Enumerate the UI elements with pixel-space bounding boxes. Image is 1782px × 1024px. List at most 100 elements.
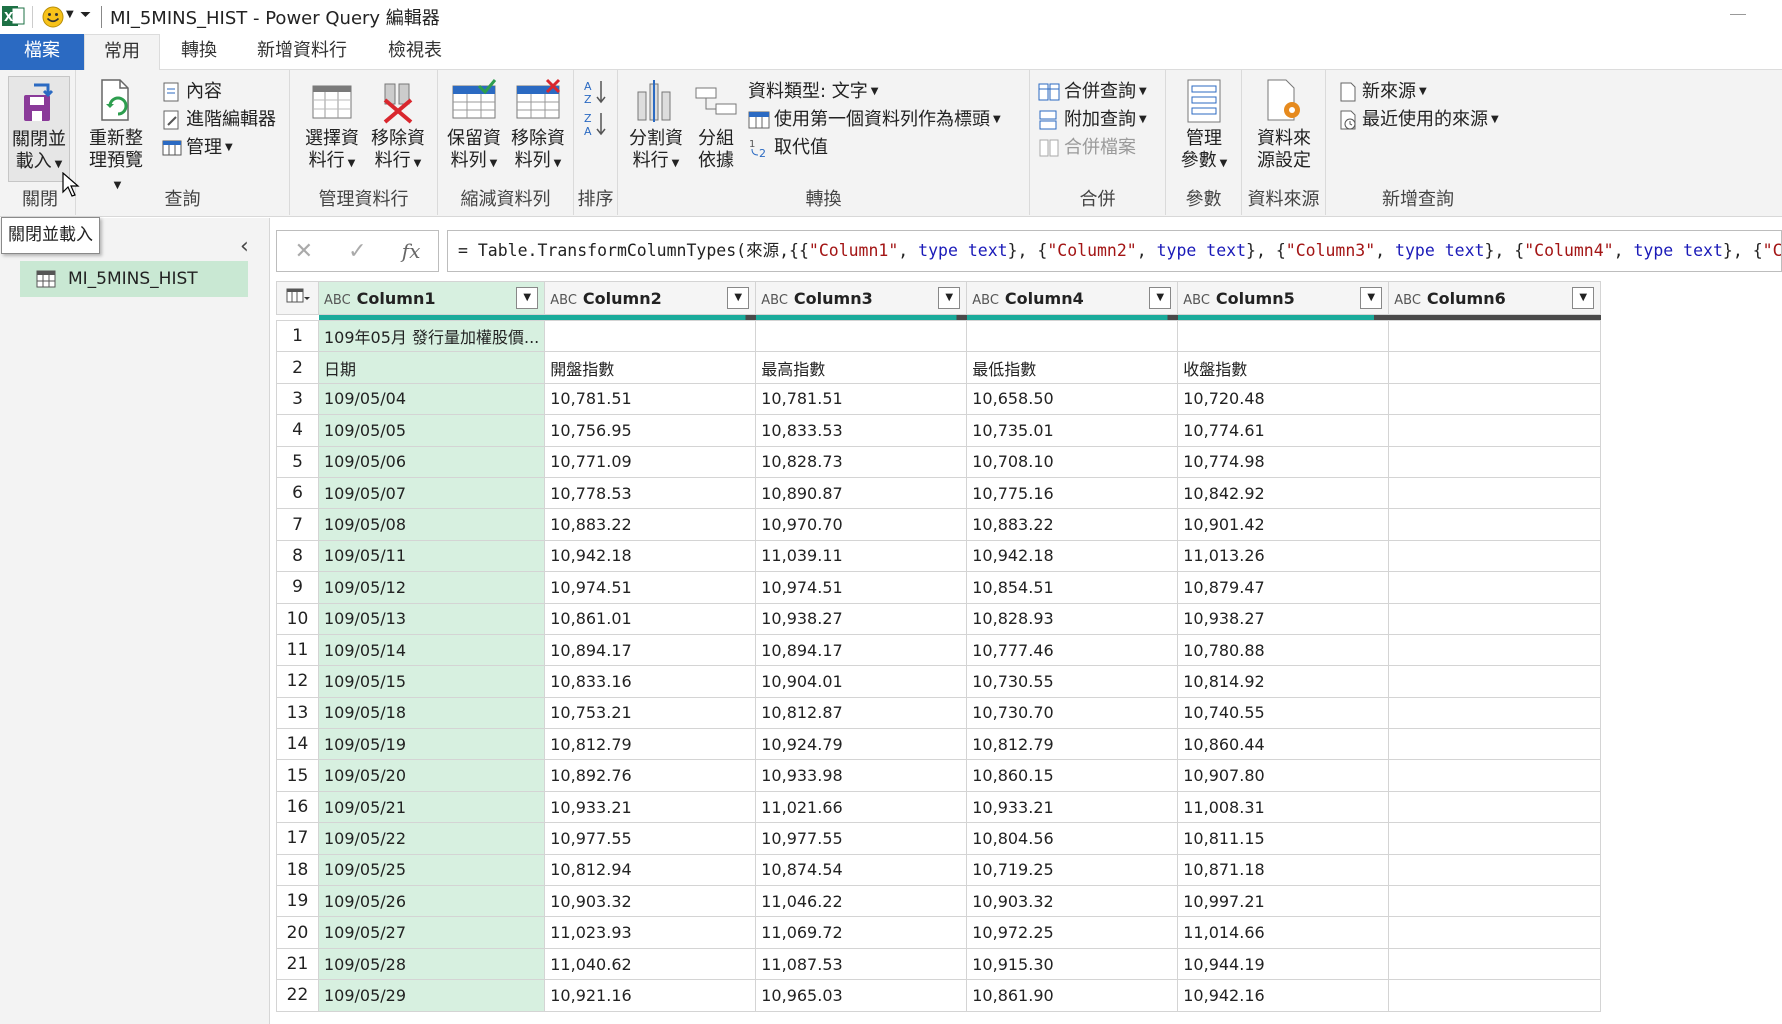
use-first-row-headers-button[interactable]: 使用第一個資料列作為標頭 ▼ <box>748 106 1001 134</box>
table-cell[interactable] <box>1388 979 1602 1012</box>
row-number[interactable]: 21 <box>276 947 319 981</box>
filter-dropdown-icon[interactable]: ▼ <box>938 287 961 309</box>
table-cell[interactable] <box>544 319 757 353</box>
table-cell[interactable]: 10,894.17 <box>755 633 968 667</box>
column-header[interactable]: ABC Column3 ▼ <box>755 281 968 315</box>
table-cell[interactable]: 10,883.22 <box>966 508 1179 541</box>
split-column-button[interactable]: 分割資 料行 ▼ <box>624 78 688 175</box>
table-cell[interactable]: 10,771.09 <box>544 445 757 478</box>
table-cell[interactable]: 109/05/20 <box>317 759 546 792</box>
table-cell[interactable]: 11,013.26 <box>1177 539 1390 573</box>
table-cell[interactable]: 最高指數 <box>755 351 968 384</box>
query-item[interactable]: MI_5MINS_HIST <box>20 261 248 297</box>
text-type-icon[interactable]: ABC <box>550 293 577 308</box>
row-number[interactable]: 10 <box>276 602 319 635</box>
filter-dropdown-icon[interactable]: ▼ <box>1360 287 1383 309</box>
table-cell[interactable]: 10,933.98 <box>755 759 968 792</box>
table-cell[interactable]: 10,933.21 <box>544 790 757 824</box>
table-cell[interactable] <box>1388 539 1602 573</box>
table-cell[interactable]: 109/05/27 <box>317 916 546 949</box>
table-cell[interactable]: 10,735.01 <box>966 414 1179 447</box>
row-number[interactable]: 15 <box>276 759 319 792</box>
manage-button[interactable]: 管理 ▼ <box>162 134 233 162</box>
table-cell[interactable]: 10,860.15 <box>966 759 1179 792</box>
table-cell[interactable]: 10,854.51 <box>966 571 1179 604</box>
formula-input[interactable]: = Table.TransformColumnTypes(來源,{{"Colum… <box>447 230 1782 272</box>
table-cell[interactable]: 109/05/28 <box>317 947 546 981</box>
table-cell[interactable]: 11,039.11 <box>755 539 968 573</box>
table-cell[interactable]: 10,974.51 <box>755 571 968 604</box>
table-cell[interactable]: 10,756.95 <box>544 414 757 447</box>
table-cell[interactable]: 109/05/05 <box>317 414 546 447</box>
table-cell[interactable] <box>1388 633 1602 667</box>
table-cell[interactable] <box>1388 351 1602 384</box>
table-cell[interactable]: 10,977.55 <box>755 822 968 855</box>
text-type-icon[interactable]: ABC <box>761 293 788 308</box>
table-cell[interactable]: 10,812.94 <box>544 853 757 887</box>
manage-parameters-button[interactable]: 管理 參數 ▼ <box>1172 78 1236 175</box>
row-number[interactable]: 20 <box>276 916 319 949</box>
table-cell[interactable]: 10,901.42 <box>1177 508 1390 541</box>
text-type-icon[interactable]: ABC <box>972 293 999 308</box>
table-cell[interactable]: 109/05/25 <box>317 853 546 887</box>
filter-dropdown-icon[interactable]: ▼ <box>1572 287 1595 309</box>
replace-values-button[interactable]: 12 取代值 <box>748 134 828 162</box>
table-cell[interactable]: 10,974.51 <box>544 571 757 604</box>
refresh-preview-button[interactable]: 重新整 理預覽▼ <box>84 78 148 197</box>
table-cell[interactable]: 10,774.61 <box>1177 414 1390 447</box>
row-number[interactable]: 11 <box>276 633 319 667</box>
table-cell[interactable]: 11,069.72 <box>755 916 968 949</box>
row-number[interactable]: 12 <box>276 665 319 698</box>
column-header[interactable]: ABC Column1 ▼ <box>317 281 546 315</box>
new-source-button[interactable]: 新來源 ▼ <box>1338 78 1427 106</box>
table-cell[interactable]: 10,781.51 <box>755 382 968 416</box>
tab-view[interactable]: 檢視表 <box>372 34 458 70</box>
table-cell[interactable]: 109/05/15 <box>317 665 546 698</box>
table-cell[interactable] <box>1388 759 1602 792</box>
table-cell[interactable]: 10,894.17 <box>544 633 757 667</box>
table-cell[interactable]: 10,970.70 <box>755 508 968 541</box>
filter-dropdown-icon[interactable]: ▼ <box>727 287 750 309</box>
table-cell[interactable] <box>755 319 968 353</box>
table-cell[interactable]: 10,804.56 <box>966 822 1179 855</box>
text-type-icon[interactable]: ABC <box>1394 293 1421 308</box>
table-cell[interactable] <box>966 319 1179 353</box>
table-cell[interactable] <box>1388 665 1602 698</box>
table-cell[interactable]: 10,740.55 <box>1177 696 1390 730</box>
row-number[interactable]: 18 <box>276 853 319 887</box>
table-cell[interactable]: 收盤指數 <box>1177 351 1390 384</box>
table-cell[interactable] <box>1388 445 1602 478</box>
row-number[interactable]: 7 <box>276 508 319 541</box>
remove-columns-button[interactable]: 移除資 料行 ▼ <box>366 78 430 175</box>
table-cell[interactable]: 109/05/12 <box>317 571 546 604</box>
table-cell[interactable]: 109/05/14 <box>317 633 546 667</box>
column-header[interactable]: ABC Column5 ▼ <box>1177 281 1390 315</box>
table-cell[interactable]: 10,942.18 <box>966 539 1179 573</box>
table-cell[interactable]: 10,879.47 <box>1177 571 1390 604</box>
sort-ascending-button[interactable]: AZ <box>584 78 612 106</box>
table-cell[interactable] <box>1388 696 1602 730</box>
table-cell[interactable]: 109/05/19 <box>317 728 546 761</box>
table-cell[interactable]: 10,903.32 <box>544 885 757 918</box>
tab-file[interactable]: 檔案 <box>0 34 84 70</box>
group-by-button[interactable]: 分組 依據 <box>692 78 740 172</box>
row-number[interactable]: 1 <box>276 319 319 353</box>
table-cell[interactable] <box>1388 790 1602 824</box>
column-header[interactable]: ABC Column2 ▼ <box>544 281 757 315</box>
merge-queries-button[interactable]: 合併查詢 ▼ <box>1038 78 1147 106</box>
table-cell[interactable] <box>1388 822 1602 855</box>
row-number[interactable]: 2 <box>276 351 319 384</box>
table-cell[interactable]: 10,775.16 <box>966 476 1179 510</box>
table-cell[interactable]: 10,777.46 <box>966 633 1179 667</box>
close-and-load-button[interactable]: 關閉並 載入 ▼ <box>8 76 70 182</box>
table-cell[interactable]: 109/05/07 <box>317 476 546 510</box>
table-cell[interactable] <box>1388 916 1602 949</box>
table-cell[interactable]: 10,924.79 <box>755 728 968 761</box>
table-cell[interactable]: 10,828.93 <box>966 602 1179 635</box>
table-cell[interactable]: 10,997.21 <box>1177 885 1390 918</box>
table-cell[interactable]: 10,812.87 <box>755 696 968 730</box>
table-cell[interactable]: 10,719.25 <box>966 853 1179 887</box>
table-cell[interactable]: 11,014.66 <box>1177 916 1390 949</box>
tab-add-column[interactable]: 新增資料行 <box>240 34 364 70</box>
table-cell[interactable]: 10,972.25 <box>966 916 1179 949</box>
